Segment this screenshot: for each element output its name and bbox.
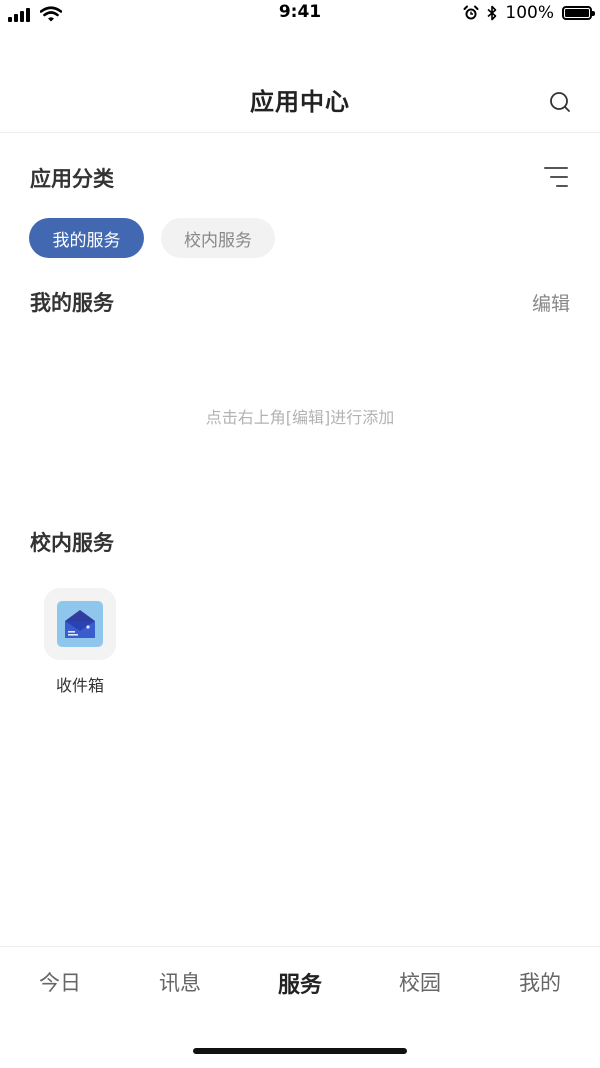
filter-lines-icon[interactable] bbox=[544, 166, 568, 188]
empty-hint: 点击右上角[编辑]进行添加 bbox=[205, 408, 395, 427]
nav-bar: 应用中心 bbox=[0, 68, 600, 133]
bluetooth-icon bbox=[487, 5, 497, 21]
status-bar: 9:41 100% bbox=[0, 0, 600, 30]
tab-today[interactable]: 今日 bbox=[0, 967, 120, 997]
home-indicator bbox=[193, 1048, 407, 1054]
alarm-icon bbox=[463, 5, 479, 20]
my-services-title: 我的服务 bbox=[30, 291, 114, 315]
tab-me[interactable]: 我的 bbox=[480, 967, 600, 997]
campus-services-title: 校内服务 bbox=[30, 531, 114, 555]
inbox-app-tile[interactable] bbox=[44, 588, 116, 660]
inbox-app-label: 收件箱 bbox=[55, 676, 104, 695]
status-right: 100% bbox=[463, 3, 595, 23]
chip-campus-services[interactable]: 校内服务 bbox=[161, 218, 275, 258]
battery-percent: 100% bbox=[505, 3, 554, 23]
tab-services[interactable]: 服务 bbox=[240, 967, 360, 999]
category-title: 应用分类 bbox=[30, 167, 114, 191]
search-icon[interactable] bbox=[548, 90, 572, 114]
edit-button[interactable]: 编辑 bbox=[532, 289, 570, 316]
tab-messages[interactable]: 讯息 bbox=[120, 967, 240, 997]
battery-icon bbox=[562, 6, 595, 20]
inbox-envelope-icon bbox=[57, 601, 103, 647]
page-title: 应用中心 bbox=[250, 88, 350, 116]
tab-campus[interactable]: 校园 bbox=[360, 967, 480, 997]
chip-my-services[interactable]: 我的服务 bbox=[29, 218, 144, 258]
